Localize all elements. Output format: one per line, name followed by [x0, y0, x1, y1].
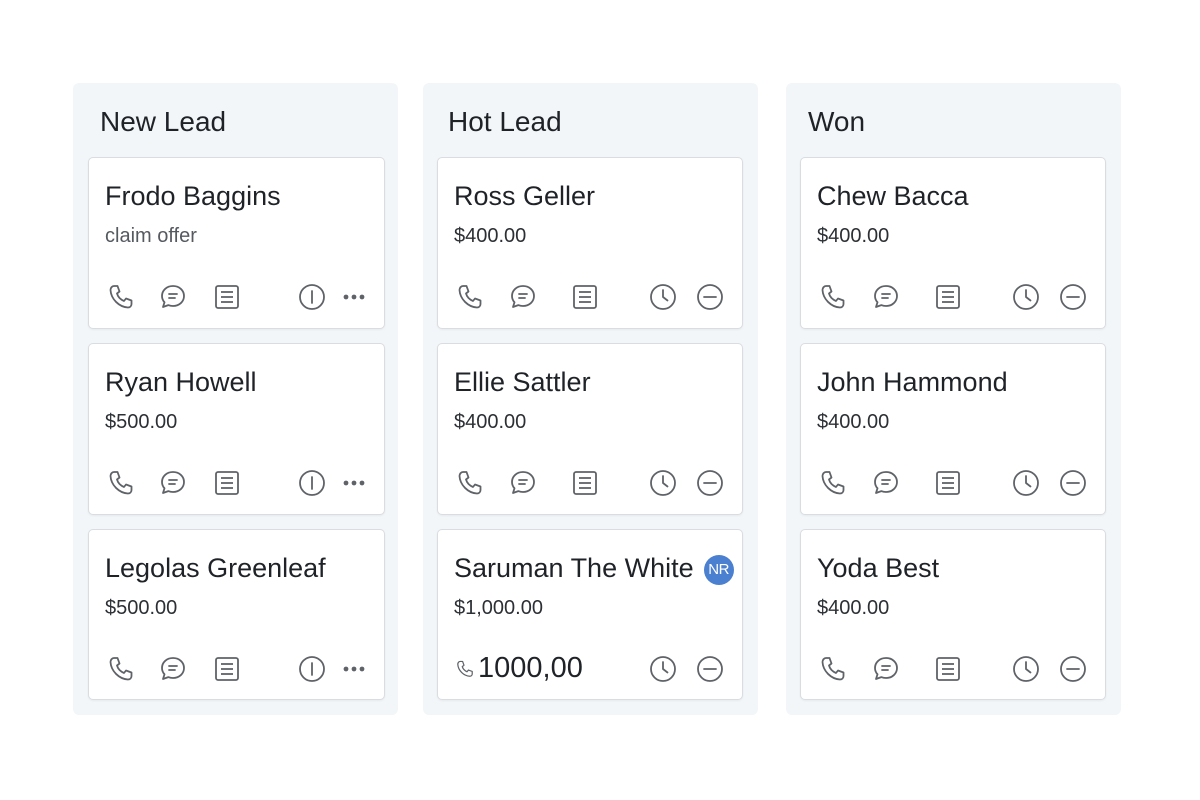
- card-name: Saruman The White: [454, 553, 694, 583]
- chat-icon[interactable]: [507, 467, 539, 499]
- info-icon[interactable]: [296, 467, 328, 499]
- info-icon[interactable]: [296, 281, 328, 313]
- column-new-lead: New Lead Frodo Baggins claim offer Ryan …: [73, 83, 398, 715]
- card-name: Ellie Sattler: [454, 367, 591, 397]
- card-name: Ross Geller: [454, 181, 596, 211]
- card-name: Legolas Greenleaf: [105, 553, 326, 583]
- notes-icon[interactable]: [569, 281, 601, 313]
- notes-icon[interactable]: [211, 653, 243, 685]
- card-amount: $1,000.00: [454, 597, 543, 619]
- minus-circle-icon[interactable]: [694, 281, 726, 313]
- card-subtitle: claim offer: [105, 225, 197, 247]
- notes-icon[interactable]: [932, 281, 964, 313]
- notes-icon[interactable]: [211, 281, 243, 313]
- chat-icon[interactable]: [870, 281, 902, 313]
- card-amount: $400.00: [817, 597, 890, 619]
- phone-icon[interactable]: [817, 653, 849, 685]
- card-name: John Hammond: [817, 367, 1008, 397]
- column-title: New Lead: [100, 106, 227, 137]
- phone-icon[interactable]: [817, 467, 849, 499]
- phone-icon[interactable]: [454, 653, 476, 685]
- card-footer-amount: 1000,00: [478, 652, 583, 684]
- more-icon[interactable]: [338, 653, 370, 685]
- phone-icon[interactable]: [454, 281, 486, 313]
- clock-icon[interactable]: [647, 467, 679, 499]
- lead-card-ryan-howell[interactable]: Ryan Howell $500.00: [88, 343, 385, 515]
- assignee-avatar-badge[interactable]: NR: [703, 555, 734, 585]
- clock-icon[interactable]: [647, 281, 679, 313]
- lead-card-chew-bacca[interactable]: Chew Bacca $400.00: [800, 157, 1106, 329]
- card-amount: $400.00: [817, 411, 890, 433]
- minus-circle-icon[interactable]: [694, 467, 726, 499]
- chat-icon[interactable]: [507, 281, 539, 313]
- notes-icon[interactable]: [932, 467, 964, 499]
- more-icon[interactable]: [338, 467, 370, 499]
- phone-icon[interactable]: [105, 281, 137, 313]
- card-name: Chew Bacca: [817, 181, 969, 211]
- card-name-row: Saruman The White NR: [454, 552, 734, 585]
- minus-circle-icon[interactable]: [694, 653, 726, 685]
- card-name: Yoda Best: [817, 553, 940, 583]
- clock-icon[interactable]: [1010, 467, 1042, 499]
- card-name: Frodo Baggins: [105, 181, 281, 211]
- lead-card-saruman-the-white[interactable]: Saruman The White NR $1,000.00 1000,00: [437, 529, 743, 700]
- chat-icon[interactable]: [870, 653, 902, 685]
- lead-card-ross-geller[interactable]: Ross Geller $400.00: [437, 157, 743, 329]
- notes-icon[interactable]: [211, 467, 243, 499]
- card-amount: $400.00: [454, 411, 527, 433]
- phone-icon[interactable]: [105, 467, 137, 499]
- clock-icon[interactable]: [647, 653, 679, 685]
- phone-icon[interactable]: [817, 281, 849, 313]
- minus-circle-icon[interactable]: [1057, 281, 1089, 313]
- chat-icon[interactable]: [157, 281, 189, 313]
- lead-card-john-hammond[interactable]: John Hammond $400.00: [800, 343, 1106, 515]
- phone-icon[interactable]: [105, 653, 137, 685]
- card-amount: $400.00: [454, 225, 527, 247]
- notes-icon[interactable]: [932, 653, 964, 685]
- chat-icon[interactable]: [870, 467, 902, 499]
- lead-card-ellie-sattler[interactable]: Ellie Sattler $400.00: [437, 343, 743, 515]
- column-title: Won: [808, 106, 866, 137]
- card-amount: $400.00: [817, 225, 890, 247]
- column-won: Won Chew Bacca $400.00 John Hammond $400…: [786, 83, 1121, 715]
- chat-icon[interactable]: [157, 653, 189, 685]
- info-icon[interactable]: [296, 653, 328, 685]
- more-icon[interactable]: [338, 281, 370, 313]
- minus-circle-icon[interactable]: [1057, 467, 1089, 499]
- lead-card-legolas-greenleaf[interactable]: Legolas Greenleaf $500.00: [88, 529, 385, 700]
- minus-circle-icon[interactable]: [1057, 653, 1089, 685]
- column-title: Hot Lead: [448, 106, 562, 137]
- clock-icon[interactable]: [1010, 653, 1042, 685]
- phone-icon[interactable]: [454, 467, 486, 499]
- card-amount: $500.00: [105, 411, 178, 433]
- lead-card-yoda-best[interactable]: Yoda Best $400.00: [800, 529, 1106, 700]
- card-name: Ryan Howell: [105, 367, 257, 397]
- card-amount: $500.00: [105, 597, 178, 619]
- notes-icon[interactable]: [569, 467, 601, 499]
- chat-icon[interactable]: [157, 467, 189, 499]
- lead-card-frodo-baggins[interactable]: Frodo Baggins claim offer: [88, 157, 385, 329]
- clock-icon[interactable]: [1010, 281, 1042, 313]
- column-hot-lead: Hot Lead Ross Geller $400.00 Ellie Sattl…: [423, 83, 758, 715]
